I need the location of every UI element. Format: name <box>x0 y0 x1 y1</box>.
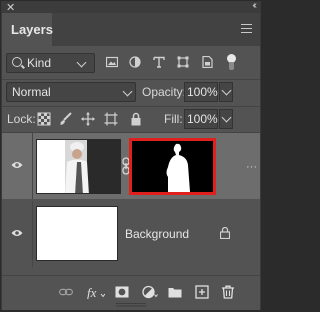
tab-bar: Layers <box>2 13 260 46</box>
lock-label: Lock: <box>7 112 36 126</box>
eye-icon <box>11 230 23 236</box>
svg-text:fx: fx <box>87 285 97 299</box>
chevron-down-icon <box>221 85 232 96</box>
lock-artboard-icon[interactable] <box>104 112 118 126</box>
adjustment-filter-icon[interactable] <box>129 56 141 68</box>
layers-list: ··· Background <box>2 133 260 273</box>
layer-thumbnail[interactable] <box>36 206 118 261</box>
shape-filter-icon[interactable] <box>177 56 189 68</box>
layer-row[interactable]: Background <box>2 201 260 267</box>
search-icon <box>12 57 22 67</box>
fill-label: Fill: <box>164 112 183 126</box>
lock-icon <box>220 227 230 239</box>
layer-thumbnail[interactable] <box>36 139 121 194</box>
smart-object-filter-icon[interactable] <box>201 56 213 68</box>
lock-all-icon[interactable] <box>129 112 143 126</box>
new-adjustment-layer-icon[interactable] <box>142 285 158 299</box>
lock-image-pixels-brush-icon[interactable] <box>59 112 73 126</box>
type-filter-icon[interactable] <box>153 56 165 68</box>
panel-menu-icon[interactable] <box>241 24 252 33</box>
image-filter-icon[interactable] <box>106 56 118 68</box>
fill-input[interactable]: 100% <box>184 109 218 129</box>
filter-kind-label: Kind <box>27 56 52 70</box>
layer-row[interactable]: ··· <box>2 133 260 199</box>
tab-layers[interactable]: Layers <box>2 13 53 46</box>
eye-icon <box>11 162 23 168</box>
blend-row: Normal Opacity: 100% <box>2 82 260 104</box>
visibility-toggle[interactable] <box>2 201 33 267</box>
blend-mode-select[interactable]: Normal <box>6 82 136 102</box>
collapse-panel-icon[interactable]: ‹‹ <box>252 0 256 11</box>
new-group-folder-icon[interactable] <box>168 285 182 299</box>
layers-panel: ✕ ‹‹ Layers Kind Normal Opacity: 100% Lo… <box>1 0 261 310</box>
opacity-dropdown-button[interactable] <box>219 82 233 102</box>
link-layers-icon[interactable] <box>59 285 73 299</box>
layer-options-icon[interactable]: ··· <box>246 161 257 173</box>
delete-layer-trash-icon[interactable] <box>221 285 235 299</box>
resize-grip[interactable] <box>116 302 146 308</box>
divider <box>2 106 260 107</box>
chevron-down-icon <box>76 57 87 68</box>
chevron-down-icon <box>122 86 133 97</box>
lock-row: Lock: Fill: 100% <box>2 108 260 130</box>
filter-toggle-track[interactable] <box>229 62 234 70</box>
visibility-toggle[interactable] <box>2 133 33 199</box>
add-layer-mask-icon[interactable] <box>115 285 129 299</box>
opacity-input[interactable]: 100% <box>184 82 218 102</box>
layer-mask-thumbnail[interactable] <box>129 138 216 195</box>
new-layer-icon[interactable] <box>195 285 209 299</box>
opacity-label: Opacity: <box>142 85 187 99</box>
filter-row: Kind <box>2 50 260 78</box>
mask-silhouette-image <box>132 141 213 192</box>
blend-mode-value: Normal <box>12 85 51 99</box>
lock-transparent-pixels-icon[interactable] <box>37 112 51 126</box>
chevron-down-icon <box>221 112 232 123</box>
panel-top-strip: ✕ ‹‹ <box>2 0 260 14</box>
divider <box>2 79 260 80</box>
photo-thumbnail-image <box>37 140 120 193</box>
fill-dropdown-button[interactable] <box>219 109 233 129</box>
lock-position-move-icon[interactable] <box>81 112 95 126</box>
layer-style-fx-icon[interactable]: fx <box>87 285 105 299</box>
layer-name[interactable]: Background <box>125 227 189 241</box>
filter-kind-select[interactable]: Kind <box>6 53 95 73</box>
